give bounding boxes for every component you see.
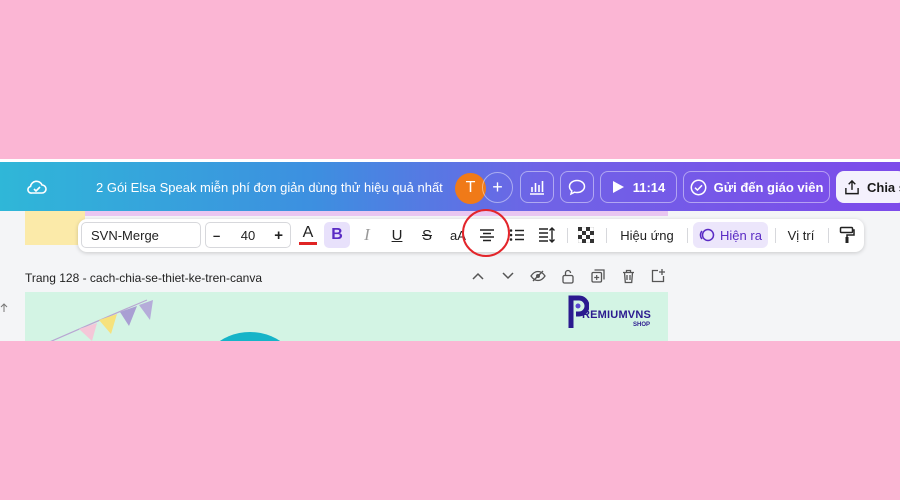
toolbar-divider — [687, 228, 688, 243]
cloud-sync-icon[interactable] — [22, 171, 52, 203]
left-panel-handle[interactable] — [0, 299, 10, 341]
list-icon — [509, 229, 524, 241]
animate-icon — [699, 228, 715, 242]
add-page-icon[interactable] — [648, 266, 668, 286]
previous-page-edge — [25, 211, 668, 216]
previous-page-shape — [25, 211, 85, 245]
effects-button[interactable]: Hiệu ứng — [613, 222, 681, 248]
toolbar-divider — [606, 228, 607, 243]
hide-page-icon[interactable] — [528, 266, 548, 286]
position-button[interactable]: Vị trí — [781, 222, 821, 248]
line-spacing-icon — [539, 227, 555, 243]
share-button[interactable]: Chia s — [836, 171, 900, 203]
transparency-button[interactable] — [574, 222, 598, 248]
toolbar-divider — [828, 228, 829, 243]
send-button-label: Gửi đến giáo viên — [713, 179, 824, 195]
document-title[interactable]: 2 Gói Elsa Speak miễn phí đơn giản dùng … — [96, 180, 443, 195]
paint-format-icon — [839, 226, 855, 243]
chevron-down-icon[interactable] — [498, 266, 518, 286]
bunting-decoration — [50, 299, 153, 341]
add-icon: + — [492, 177, 503, 197]
underline-button[interactable]: U — [385, 222, 409, 248]
effects-label: Hiệu ứng — [620, 227, 674, 243]
font-family-dropdown[interactable]: SVN-Merge — [81, 222, 201, 248]
strikethrough-icon: S — [421, 226, 432, 244]
italic-button[interactable]: I — [355, 222, 379, 248]
share-button-label: Chia s — [866, 179, 900, 195]
timer-label: 11:14 — [632, 179, 666, 195]
lock-icon[interactable] — [558, 266, 578, 286]
send-to-teacher-button[interactable]: Gửi đến giáo viên — [683, 171, 830, 203]
editor-screenshot: 2 Gói Elsa Speak miễn phí đơn giản dùng … — [0, 159, 900, 341]
chevron-up-icon[interactable] — [468, 266, 488, 286]
play-icon — [612, 181, 624, 193]
position-label: Vị trí — [787, 227, 815, 243]
text-color-button[interactable]: A — [296, 222, 320, 248]
insights-icon — [530, 181, 544, 195]
design-canvas[interactable]: REMIUMVNS SHOP — [25, 292, 668, 341]
add-collaborator-button[interactable]: + — [482, 172, 513, 203]
toolbar-divider — [567, 228, 568, 243]
text-color-swatch — [299, 242, 317, 245]
toolbar-divider — [775, 228, 776, 243]
copy-style-button[interactable] — [835, 222, 859, 248]
share-upload-icon — [845, 179, 859, 194]
logo-text: REMIUMVNS — [582, 309, 652, 321]
premiumvns-logo: REMIUMVNS SHOP — [567, 295, 667, 335]
increase-font-size-button[interactable]: + — [274, 227, 283, 244]
decrease-font-size-button[interactable]: – — [213, 228, 220, 243]
bold-button[interactable]: B — [324, 222, 350, 248]
check-circle-icon — [690, 179, 707, 195]
animate-label: Hiện ra — [720, 227, 762, 243]
strikethrough-button[interactable]: S — [415, 222, 439, 248]
font-size-control: – 40 + — [205, 222, 291, 248]
animate-button[interactable]: Hiện ra — [693, 222, 768, 248]
highlight-circle — [462, 209, 510, 257]
italic-icon: I — [364, 225, 370, 244]
text-color-icon: A — [302, 224, 314, 241]
teal-circle-shape — [195, 332, 305, 341]
editor-header: 2 Gói Elsa Speak miễn phí đơn giản dùng … — [0, 162, 900, 211]
insights-button[interactable] — [520, 171, 554, 203]
present-button[interactable]: 11:14 — [600, 171, 677, 203]
bold-icon: B — [331, 226, 343, 243]
comment-icon — [568, 179, 586, 195]
font-size-input[interactable]: 40 — [241, 228, 255, 243]
page-title[interactable]: Trang 128 - cach-chia-se-thiet-ke-tren-c… — [25, 271, 262, 285]
comment-button[interactable] — [560, 171, 594, 203]
delete-icon[interactable] — [618, 266, 638, 286]
underline-icon: U — [391, 226, 403, 244]
duplicate-icon[interactable] — [588, 266, 608, 286]
spacing-button[interactable] — [535, 222, 559, 248]
logo-subtext: SHOP — [633, 322, 651, 328]
transparency-icon — [578, 227, 594, 243]
